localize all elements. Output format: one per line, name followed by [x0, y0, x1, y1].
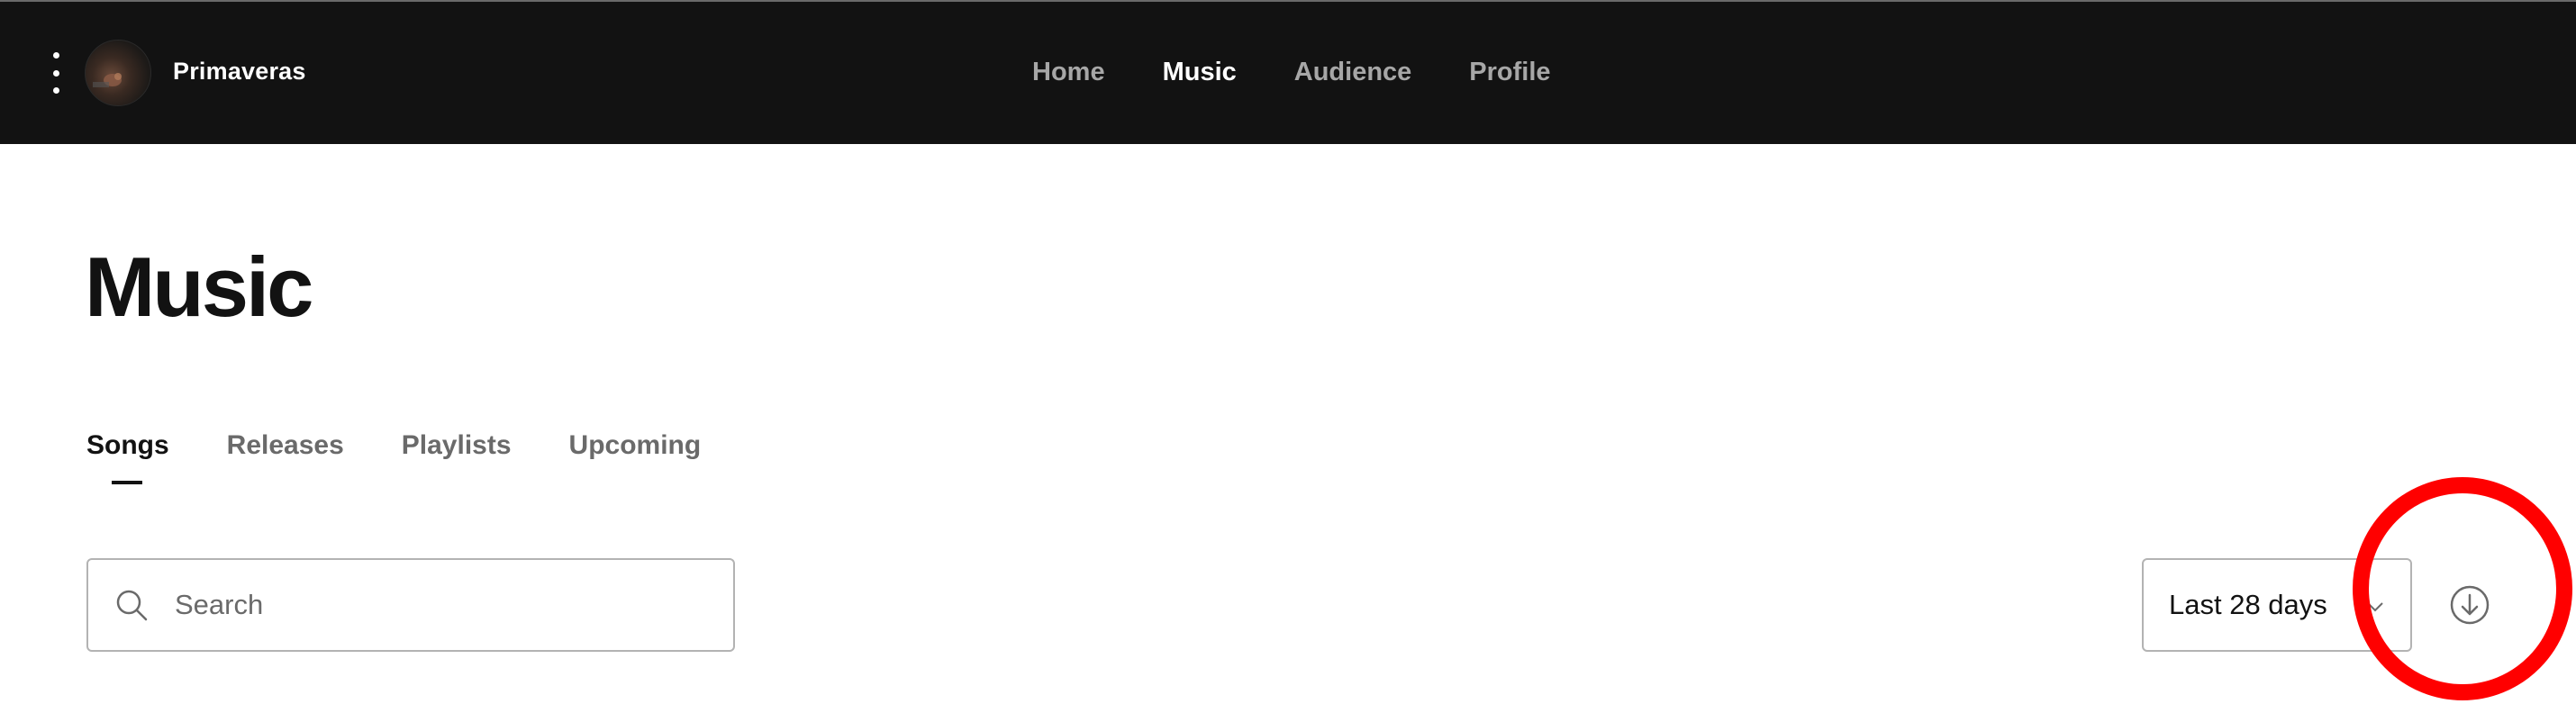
main-nav: Home Music Audience Profile	[1032, 58, 1551, 87]
tab-songs[interactable]: Songs	[86, 430, 169, 484]
avatar-image	[93, 73, 122, 87]
page-title: Music	[85, 239, 313, 334]
vertical-dots-icon[interactable]	[47, 52, 65, 94]
search-icon	[113, 587, 150, 623]
nav-audience[interactable]: Audience	[1294, 58, 1412, 87]
menu-dot	[52, 52, 59, 59]
search-box[interactable]	[86, 558, 735, 652]
date-range-select[interactable]: Last 28 days	[2142, 558, 2412, 652]
nav-profile[interactable]: Profile	[1469, 58, 1550, 87]
tab-releases[interactable]: Releases	[227, 430, 344, 461]
search-input[interactable]	[173, 588, 677, 622]
nav-music[interactable]: Music	[1163, 58, 1237, 87]
menu-dot	[52, 69, 59, 77]
artist-avatar[interactable]	[85, 40, 151, 106]
artist-name[interactable]: Primaveras	[173, 58, 306, 86]
tab-playlists[interactable]: Playlists	[402, 430, 512, 461]
top-bar: Primaveras Home Music Audience Profile	[0, 0, 2576, 144]
chevron-down-icon	[2367, 602, 2383, 612]
tab-upcoming[interactable]: Upcoming	[569, 430, 702, 461]
menu-dot	[52, 87, 59, 94]
nav-home[interactable]: Home	[1032, 58, 1105, 87]
date-range-label: Last 28 days	[2169, 589, 2327, 620]
download-icon[interactable]	[2448, 583, 2491, 627]
tab-bar: Songs Releases Playlists Upcoming	[86, 430, 702, 484]
